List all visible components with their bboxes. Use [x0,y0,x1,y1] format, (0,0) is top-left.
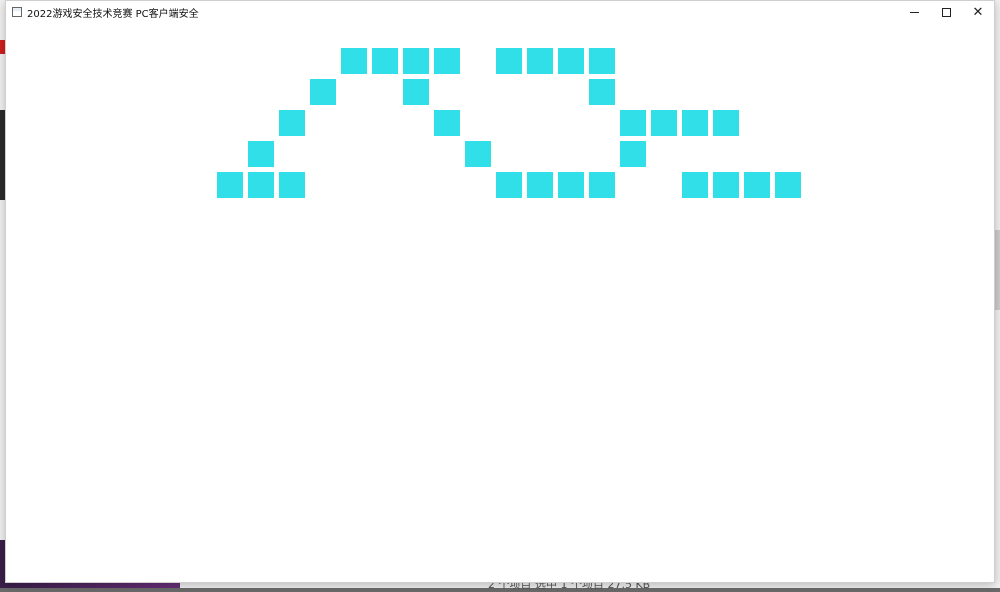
cyan-block [744,172,770,198]
cyan-block [775,172,801,198]
maximize-icon [941,7,951,17]
cyan-block [434,110,460,136]
cyan-block [620,110,646,136]
cyan-block [589,48,615,74]
app-window: 2022游戏安全技术竞赛 PC客户端安全 ✕ [5,0,995,583]
minimize-icon [909,11,919,13]
minimize-button[interactable] [898,1,930,23]
cyan-block [372,48,398,74]
cyan-block [682,172,708,198]
cyan-block [496,172,522,198]
cyan-block [527,172,553,198]
window-controls: ✕ [898,1,994,23]
cyan-block [403,48,429,74]
cyan-block [589,172,615,198]
close-icon: ✕ [972,4,984,20]
cyan-block [713,110,739,136]
cyan-block [620,141,646,167]
cyan-block [310,79,336,105]
maximize-button[interactable] [930,1,962,23]
cyan-block [651,110,677,136]
title-bar[interactable]: 2022游戏安全技术竞赛 PC客户端安全 ✕ [6,1,994,23]
cyan-block [279,110,305,136]
cyan-block [403,79,429,105]
cyan-block [279,172,305,198]
cyan-block [496,48,522,74]
cyan-block [558,172,584,198]
cyan-block [713,172,739,198]
cyan-block [248,141,274,167]
cyan-block [341,48,367,74]
cyan-block [527,48,553,74]
app-window-icon[interactable] [12,7,22,17]
window-title: 2022游戏安全技术竞赛 PC客户端安全 [27,8,199,20]
cyan-block [248,172,274,198]
cyan-block [558,48,584,74]
cyan-block [434,48,460,74]
cyan-block [682,110,708,136]
close-button[interactable]: ✕ [962,1,994,23]
cyan-block [589,79,615,105]
block-pattern-canvas [6,1,996,584]
cyan-block [465,141,491,167]
cyan-block [217,172,243,198]
